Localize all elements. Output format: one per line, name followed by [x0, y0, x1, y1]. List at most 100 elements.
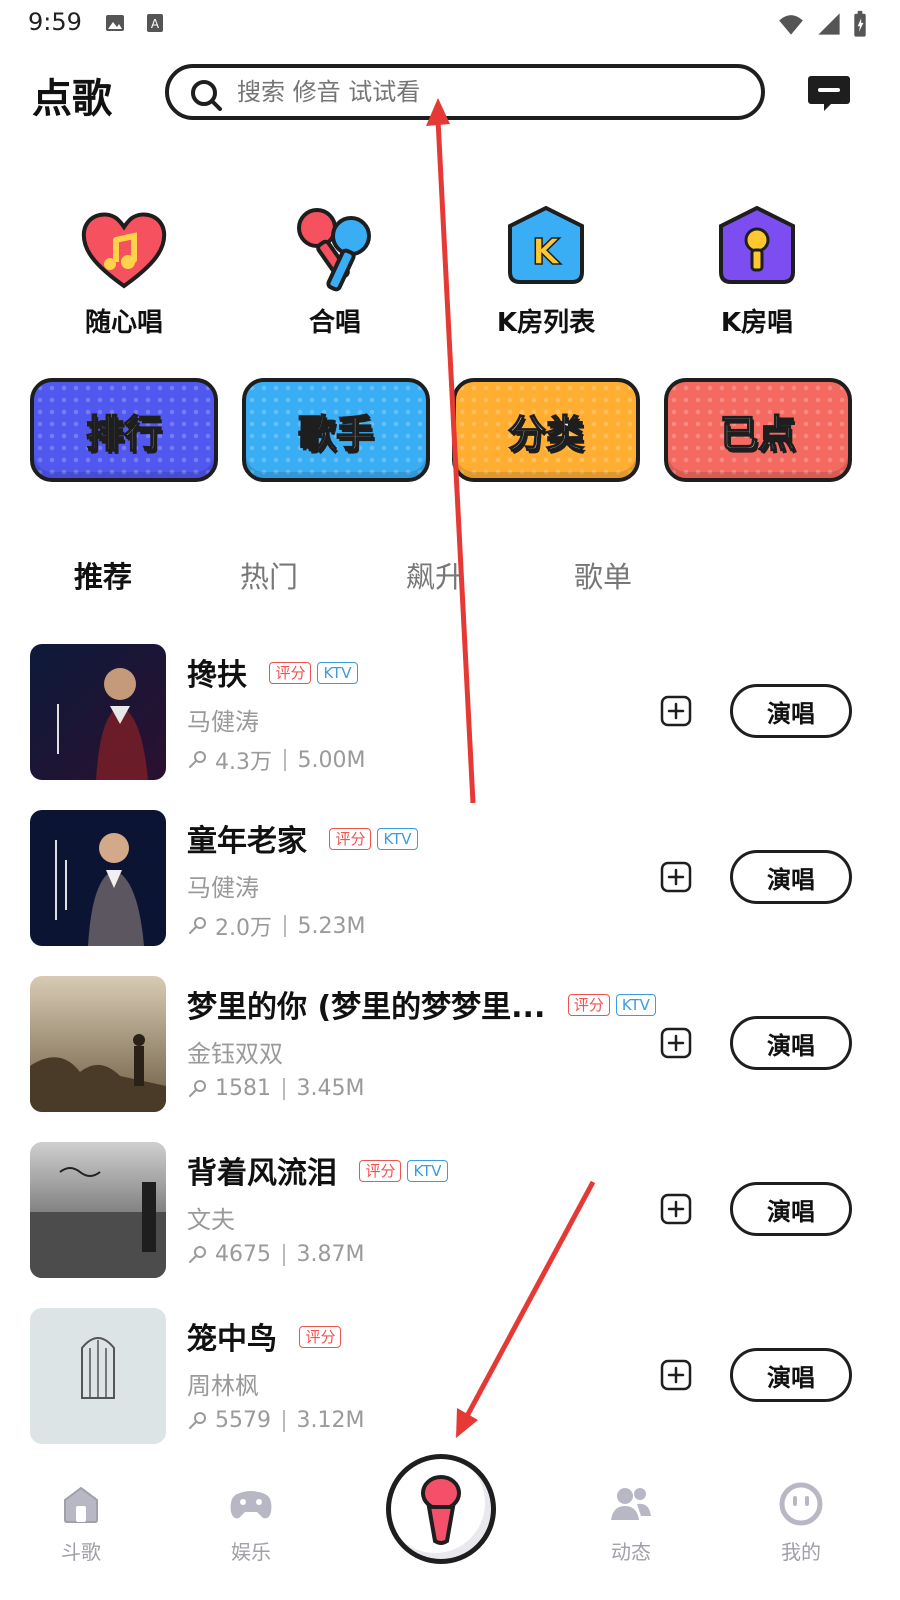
status-left-icons: A [104, 12, 166, 34]
score-badge: 评分 [329, 827, 372, 850]
album-cover [30, 1308, 166, 1444]
category-ranking-button[interactable]: 排行 [30, 378, 218, 482]
battery-icon [854, 10, 866, 37]
meta-divider [283, 1077, 285, 1100]
sing-button[interactable]: 演唱 [730, 850, 852, 904]
album-cover [30, 976, 166, 1112]
mic-small-icon [189, 1411, 206, 1429]
nav-item-duel[interactable]: 斗歌 [31, 1480, 131, 1565]
album-cover [30, 810, 166, 946]
ktv-badge: KTV [407, 1159, 448, 1182]
microphone-icon [421, 1475, 461, 1545]
quick-action-k-room-list[interactable]: K K房列表 [456, 200, 636, 339]
song-meta: 5579 3.12M [187, 1408, 364, 1433]
add-to-list-icon[interactable] [660, 1359, 692, 1391]
add-to-list-icon[interactable] [660, 861, 692, 893]
duet-mic-icon [297, 208, 371, 292]
tab-hot[interactable]: 热门 [240, 554, 298, 596]
nav-center-sing-button[interactable] [386, 1454, 496, 1564]
song-row[interactable]: 搀扶 评分 KTV 马健涛 4.3万 5.00M 演唱 [0, 640, 900, 780]
quick-action-k-room-sing[interactable]: K房唱 [667, 200, 847, 339]
score-badge: 评分 [567, 993, 610, 1016]
song-row[interactable]: 笼中鸟 评分 周林枫 5579 3.12M 演唱 [0, 1304, 900, 1444]
song-badges: 评分 KTV [269, 661, 358, 684]
nav-item-mine[interactable]: 我的 [751, 1480, 851, 1565]
file-size: 3.87M [296, 1242, 365, 1267]
song-title-text: 梦里的你 (梦里的梦梦里... [187, 990, 546, 1025]
k-room-icon: K [508, 205, 584, 284]
category-label: 歌手 [297, 411, 375, 457]
category-ordered-button[interactable]: 已点 [664, 378, 852, 482]
song-row[interactable]: 背着风流泪 评分 KTV 文夫 4675 3.87M 演唱 [0, 1138, 900, 1278]
tab-playlist[interactable]: 歌单 [574, 554, 632, 596]
mic-small-icon [189, 917, 206, 934]
people-icon [611, 1488, 651, 1520]
sing-button[interactable]: 演唱 [730, 1016, 852, 1070]
tab-recommend[interactable]: 推荐 [74, 554, 132, 596]
quick-actions: 随心唱 合唱 K K房列表 K房唱 [0, 200, 900, 350]
status-right-icons [776, 10, 868, 38]
ktv-badge: KTV [317, 661, 358, 684]
play-count: 2.0万 [215, 916, 272, 941]
song-meta: 4.3万 5.00M [187, 744, 365, 776]
song-artist: 文夫 [187, 1206, 235, 1234]
song-artist: 周林枫 [187, 1372, 259, 1400]
meta-divider [283, 1243, 285, 1266]
file-size: 3.45M [296, 1076, 365, 1101]
play-count: 4675 [215, 1242, 271, 1267]
quick-action-label: 合唱 [308, 308, 361, 338]
nav-item-feed[interactable]: 动态 [581, 1480, 681, 1565]
add-to-list-icon[interactable] [660, 1193, 692, 1225]
quick-action-label: K房列表 [496, 308, 596, 338]
song-title: 搀扶 评分 KTV [187, 650, 358, 694]
quick-action-duet[interactable]: 合唱 [245, 200, 425, 339]
svg-text:K: K [532, 232, 561, 273]
song-badges: 评分 KTV [567, 993, 656, 1016]
sing-button[interactable]: 演唱 [730, 1348, 852, 1402]
song-badges: 评分 [299, 1325, 342, 1348]
meta-divider [284, 749, 286, 771]
nav-item-entertainment[interactable]: 娱乐 [201, 1480, 301, 1565]
add-to-list-icon[interactable] [660, 1027, 692, 1059]
category-type-button[interactable]: 分类 [452, 378, 640, 482]
song-row[interactable]: 童年老家 评分 KTV 马健涛 2.0万 5.23M 演唱 [0, 806, 900, 946]
category-label: 排行 [85, 411, 163, 457]
add-to-list-icon[interactable] [660, 695, 692, 727]
meta-divider [284, 915, 286, 937]
sing-button[interactable]: 演唱 [730, 1182, 852, 1236]
score-badge: 评分 [269, 661, 312, 684]
status-time: 9:59 [28, 8, 82, 36]
message-icon[interactable] [806, 70, 852, 116]
wifi-icon [779, 15, 803, 35]
song-artist: 马健涛 [187, 708, 259, 736]
ktv-badge: KTV [615, 993, 656, 1016]
mic-small-icon [189, 751, 206, 768]
song-meta: 1581 3.45M [187, 1076, 364, 1101]
tab-rising[interactable]: 飙升 [406, 554, 464, 596]
category-label: 已点 [719, 411, 797, 457]
file-size: 5.23M [297, 913, 366, 939]
category-buttons: 排行 歌手 分类 已点 [0, 378, 900, 488]
quick-action-label: K房唱 [720, 308, 794, 338]
sing-button[interactable]: 演唱 [730, 684, 852, 738]
category-label: 分类 [507, 411, 585, 457]
quick-action-label: 随心唱 [84, 308, 163, 338]
heart-note-icon [81, 212, 167, 289]
album-cover [30, 644, 166, 780]
song-artist: 马健涛 [187, 874, 259, 902]
song-row[interactable]: 梦里的你 (梦里的梦梦里... 评分 KTV 金钰双双 1581 3.45M 演… [0, 972, 900, 1112]
play-count: 5579 [215, 1408, 271, 1433]
search-icon [191, 80, 222, 111]
search-box[interactable] [165, 64, 765, 120]
mic-small-icon [189, 1245, 206, 1263]
search-input[interactable] [237, 74, 737, 110]
play-count: 4.3万 [215, 750, 272, 775]
category-singer-button[interactable]: 歌手 [242, 378, 430, 482]
score-badge: 评分 [299, 1325, 342, 1348]
quick-action-random-sing[interactable]: 随心唱 [34, 200, 214, 339]
gamepad-icon [230, 1491, 272, 1519]
play-count: 1581 [215, 1076, 271, 1101]
face-icon [779, 1482, 823, 1526]
mic-small-icon [189, 1079, 206, 1097]
nav-label: 动态 [611, 1540, 651, 1564]
